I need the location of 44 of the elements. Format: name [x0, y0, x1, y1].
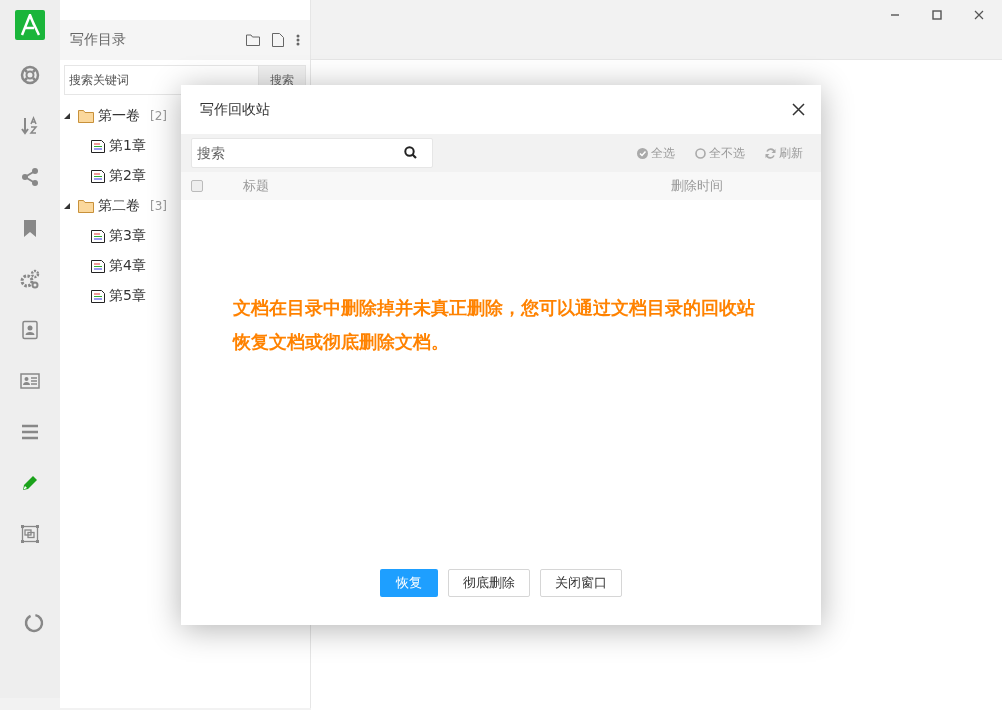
panel-title: 写作目录 — [70, 31, 127, 49]
document-icon — [91, 289, 105, 303]
document-icon — [91, 139, 105, 153]
search-icon[interactable] — [404, 146, 417, 159]
circle-icon — [695, 147, 706, 159]
dialog-button[interactable]: 彻底删除 — [448, 569, 530, 597]
more-icon[interactable] — [296, 34, 300, 46]
select-all-checkbox[interactable] — [191, 180, 203, 192]
collapse-triangle-icon[interactable] — [64, 113, 70, 119]
share-icon[interactable] — [20, 166, 40, 187]
search-field[interactable]: 搜索 — [191, 138, 433, 168]
volume-name[interactable]: 第一卷 — [98, 107, 140, 125]
frame-icon[interactable] — [20, 523, 40, 544]
sort-az-icon[interactable] — [20, 115, 40, 136]
collapse-triangle-icon[interactable] — [64, 203, 70, 209]
close-icon[interactable] — [792, 103, 805, 116]
contact-book-icon[interactable] — [20, 319, 40, 340]
document-icon[interactable] — [272, 33, 284, 47]
chapter-name[interactable]: 第5章 — [109, 287, 146, 305]
folder-icon — [78, 109, 94, 123]
column-header: 标题 — [243, 177, 270, 195]
chapter-count: [3] — [150, 199, 167, 213]
maximize-icon[interactable] — [932, 10, 942, 20]
chapter-count: [2] — [150, 109, 167, 123]
folder-icon — [78, 199, 94, 213]
lifebuoy-icon[interactable] — [20, 64, 40, 85]
info-message: 文档在目录中删除掉并未真正删除，您可以通过文档目录的回收站恢复文档或彻底删除文档。 — [233, 295, 756, 354]
column-header: 删除时间 — [671, 177, 724, 195]
chapter-name[interactable]: 第3章 — [109, 227, 146, 245]
app-logo-icon — [15, 10, 45, 40]
chapter-name[interactable]: 第1章 — [109, 137, 146, 155]
chapter-name[interactable]: 第2章 — [109, 167, 146, 185]
dialog-title: 写作回收站 — [200, 100, 271, 119]
check-circle-icon — [637, 147, 648, 159]
refresh-icon — [765, 147, 776, 159]
volume-name[interactable]: 第二卷 — [98, 197, 140, 215]
chapter-name[interactable]: 第4章 — [109, 257, 146, 275]
id-card-icon[interactable] — [20, 370, 40, 391]
close-icon[interactable] — [974, 10, 984, 20]
dialog-button[interactable]: 关闭窗口 — [540, 569, 622, 597]
document-icon — [91, 169, 105, 183]
document-icon — [91, 259, 105, 273]
folder-icon[interactable] — [246, 34, 260, 46]
document-icon — [91, 229, 105, 243]
